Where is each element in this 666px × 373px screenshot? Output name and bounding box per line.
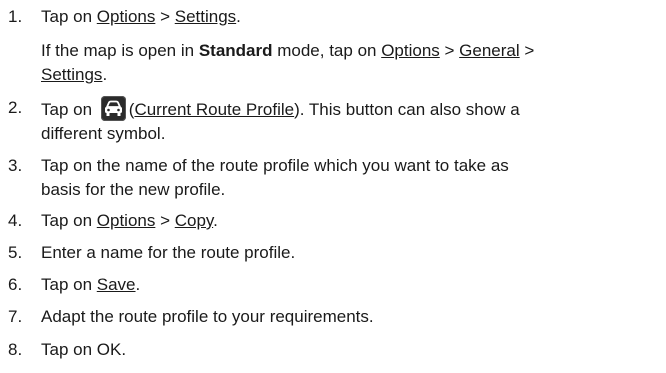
settings-link[interactable]: Settings	[175, 7, 236, 26]
step-number: 8.	[8, 340, 23, 359]
options-link[interactable]: Options	[381, 41, 440, 60]
settings-link[interactable]: Settings	[41, 65, 102, 84]
options-link[interactable]: Options	[97, 7, 156, 26]
step-number: 7.	[8, 307, 23, 326]
step-text: Adapt the route profile to your requirem…	[41, 307, 374, 326]
step-text: Tap on the name of the route profile whi…	[41, 156, 509, 199]
step-number: 6.	[8, 275, 23, 294]
note-text: If the map is open in Standard mode, tap…	[41, 41, 535, 84]
step-text: Tap on OK.	[41, 340, 127, 359]
step-number: 5.	[8, 243, 23, 262]
step-text: Tap on Save.	[41, 275, 141, 294]
general-link[interactable]: General	[459, 41, 519, 60]
step-text: Tap on Options > Settings.	[41, 7, 241, 26]
step-text: Tap on Options > Copy.	[41, 211, 218, 230]
step-text: Enter a name for the route profile.	[41, 243, 296, 262]
save-link[interactable]: Save	[97, 275, 136, 294]
step-number: 4.	[8, 211, 23, 230]
standard-mode-label: Standard	[198, 41, 273, 60]
options-link[interactable]: Options	[97, 211, 156, 230]
step-number: 1.	[8, 7, 23, 26]
step-number: 3.	[8, 156, 23, 175]
step-number: 2.	[8, 98, 23, 117]
car-icon[interactable]	[100, 96, 126, 121]
copy-link[interactable]: Copy	[175, 211, 213, 230]
step-text: Tap on (Current Route Profile). This but…	[41, 96, 656, 146]
current-route-profile-link[interactable]: Current Route Profile	[134, 100, 294, 119]
